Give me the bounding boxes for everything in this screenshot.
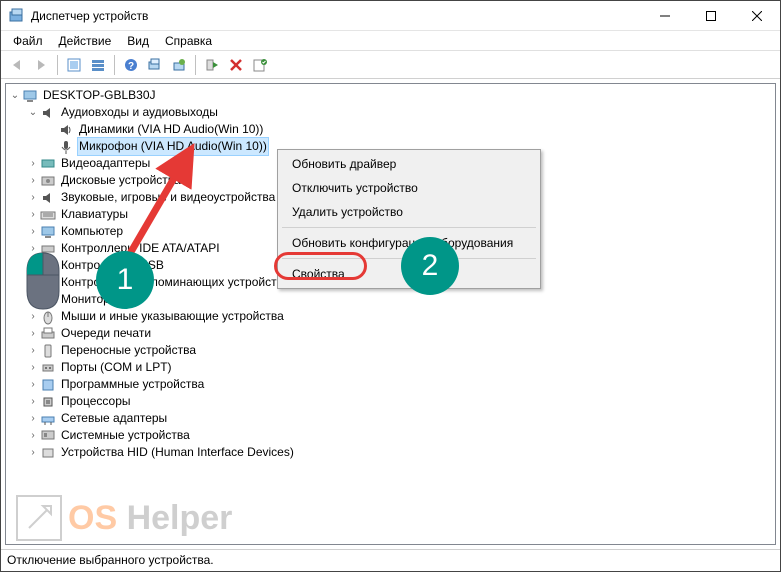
toolbar-uninstall-button[interactable] bbox=[225, 54, 247, 76]
tree-category-cpu[interactable]: › Процессоры bbox=[8, 393, 773, 410]
toolbar-help-button[interactable]: ? bbox=[120, 54, 142, 76]
computer-icon bbox=[22, 88, 38, 104]
keyboard-icon bbox=[40, 207, 56, 223]
toolbar-show-hidden-button[interactable] bbox=[63, 54, 85, 76]
annotation-mouse-icon bbox=[24, 249, 62, 313]
sound-icon bbox=[40, 190, 56, 206]
expand-icon[interactable]: ⌄ bbox=[26, 106, 40, 120]
toolbar-scan-button[interactable] bbox=[144, 54, 166, 76]
tree-category-portable[interactable]: › Переносные устройства bbox=[8, 342, 773, 359]
window-title: Диспетчер устройств bbox=[31, 9, 642, 23]
expand-icon[interactable]: › bbox=[26, 429, 40, 443]
node-label: Программные устройства bbox=[59, 376, 206, 393]
tree-category-ports[interactable]: › Порты (COM и LPT) bbox=[8, 359, 773, 376]
microphone-icon bbox=[58, 139, 74, 155]
expand-icon[interactable]: › bbox=[26, 395, 40, 409]
tree-category-system[interactable]: › Системные устройства bbox=[8, 427, 773, 444]
display-adapter-icon bbox=[40, 156, 56, 172]
computer-icon bbox=[40, 224, 56, 240]
expand-icon[interactable]: › bbox=[26, 378, 40, 392]
tree-category-audio[interactable]: ⌄ Аудиовходы и аудиовыходы bbox=[8, 104, 773, 121]
expand-icon[interactable]: › bbox=[26, 327, 40, 341]
portable-icon bbox=[40, 343, 56, 359]
menu-bar: Файл Действие Вид Справка bbox=[1, 31, 780, 51]
menu-help[interactable]: Справка bbox=[157, 32, 220, 50]
expand-icon[interactable]: › bbox=[26, 412, 40, 426]
toolbar-forward-button[interactable] bbox=[30, 54, 52, 76]
node-label: Мыши и иные указывающие устройства bbox=[59, 308, 286, 325]
expand-icon[interactable]: › bbox=[26, 225, 40, 239]
app-icon bbox=[9, 8, 25, 24]
node-label: Сетевые адаптеры bbox=[59, 410, 169, 427]
cpu-icon bbox=[40, 394, 56, 410]
network-icon bbox=[40, 411, 56, 427]
node-label: Системные устройства bbox=[59, 427, 192, 444]
print-icon bbox=[40, 326, 56, 342]
ports-icon bbox=[40, 360, 56, 376]
window-controls bbox=[642, 1, 780, 30]
toolbar: ? bbox=[1, 51, 780, 79]
toolbar-enable-button[interactable] bbox=[201, 54, 223, 76]
tree-category-mouse[interactable]: › Мыши и иные указывающие устройства bbox=[8, 308, 773, 325]
toolbar-properties-button[interactable] bbox=[249, 54, 271, 76]
maximize-button[interactable] bbox=[688, 1, 734, 30]
svg-text:?: ? bbox=[128, 61, 134, 72]
expand-icon[interactable]: ⌄ bbox=[8, 89, 22, 103]
node-label: Процессоры bbox=[59, 393, 133, 410]
node-label: Динамики (VIA HD Audio(Win 10)) bbox=[77, 121, 265, 138]
minimize-button[interactable] bbox=[642, 1, 688, 30]
tree-category-hid[interactable]: › Устройства HID (Human Interface Device… bbox=[8, 444, 773, 461]
tree-category-software[interactable]: › Программные устройства bbox=[8, 376, 773, 393]
node-label: Очереди печати bbox=[59, 325, 153, 342]
expand-icon[interactable]: › bbox=[26, 361, 40, 375]
menu-action[interactable]: Действие bbox=[51, 32, 120, 50]
title-bar: Диспетчер устройств bbox=[1, 1, 780, 31]
menu-view[interactable]: Вид bbox=[119, 32, 157, 50]
node-label: Устройства HID (Human Interface Devices) bbox=[59, 444, 296, 461]
annotation-step-2: 2 bbox=[401, 237, 459, 295]
toolbar-update-button[interactable] bbox=[168, 54, 190, 76]
menu-file[interactable]: Файл bbox=[5, 32, 51, 50]
ctx-separator bbox=[282, 227, 536, 228]
hid-icon bbox=[40, 445, 56, 461]
toolbar-view-button[interactable] bbox=[87, 54, 109, 76]
speakers-icon bbox=[58, 122, 74, 138]
node-label: Аудиовходы и аудиовыходы bbox=[59, 104, 220, 121]
toolbar-back-button[interactable] bbox=[6, 54, 28, 76]
node-label: Порты (COM и LPT) bbox=[59, 359, 174, 376]
audio-icon bbox=[40, 105, 56, 121]
annotation-step-1: 1 bbox=[96, 251, 154, 309]
expand-icon[interactable]: › bbox=[26, 344, 40, 358]
expand-icon[interactable]: › bbox=[26, 208, 40, 222]
tree-root[interactable]: ⌄ DESKTOP-GBLB30J bbox=[8, 87, 773, 104]
status-bar: Отключение выбранного устройства. bbox=[1, 549, 780, 571]
ctx-uninstall-device[interactable]: Удалить устройство bbox=[280, 200, 538, 224]
node-label: Переносные устройства bbox=[59, 342, 198, 359]
close-button[interactable] bbox=[734, 1, 780, 30]
node-label: DESKTOP-GBLB30J bbox=[41, 87, 158, 104]
system-icon bbox=[40, 428, 56, 444]
disk-icon bbox=[40, 173, 56, 189]
expand-icon[interactable]: › bbox=[26, 174, 40, 188]
expand-icon[interactable]: › bbox=[26, 446, 40, 460]
software-icon bbox=[40, 377, 56, 393]
expand-icon[interactable]: › bbox=[26, 191, 40, 205]
tree-category-net[interactable]: › Сетевые адаптеры bbox=[8, 410, 773, 427]
expand-icon[interactable]: › bbox=[26, 157, 40, 171]
tree-category-print[interactable]: › Очереди печати bbox=[8, 325, 773, 342]
ctx-update-driver[interactable]: Обновить драйвер bbox=[280, 152, 538, 176]
tree-device-speakers[interactable]: · Динамики (VIA HD Audio(Win 10)) bbox=[8, 121, 773, 138]
ctx-disable-device[interactable]: Отключить устройство bbox=[280, 176, 538, 200]
status-text: Отключение выбранного устройства. bbox=[7, 553, 214, 567]
